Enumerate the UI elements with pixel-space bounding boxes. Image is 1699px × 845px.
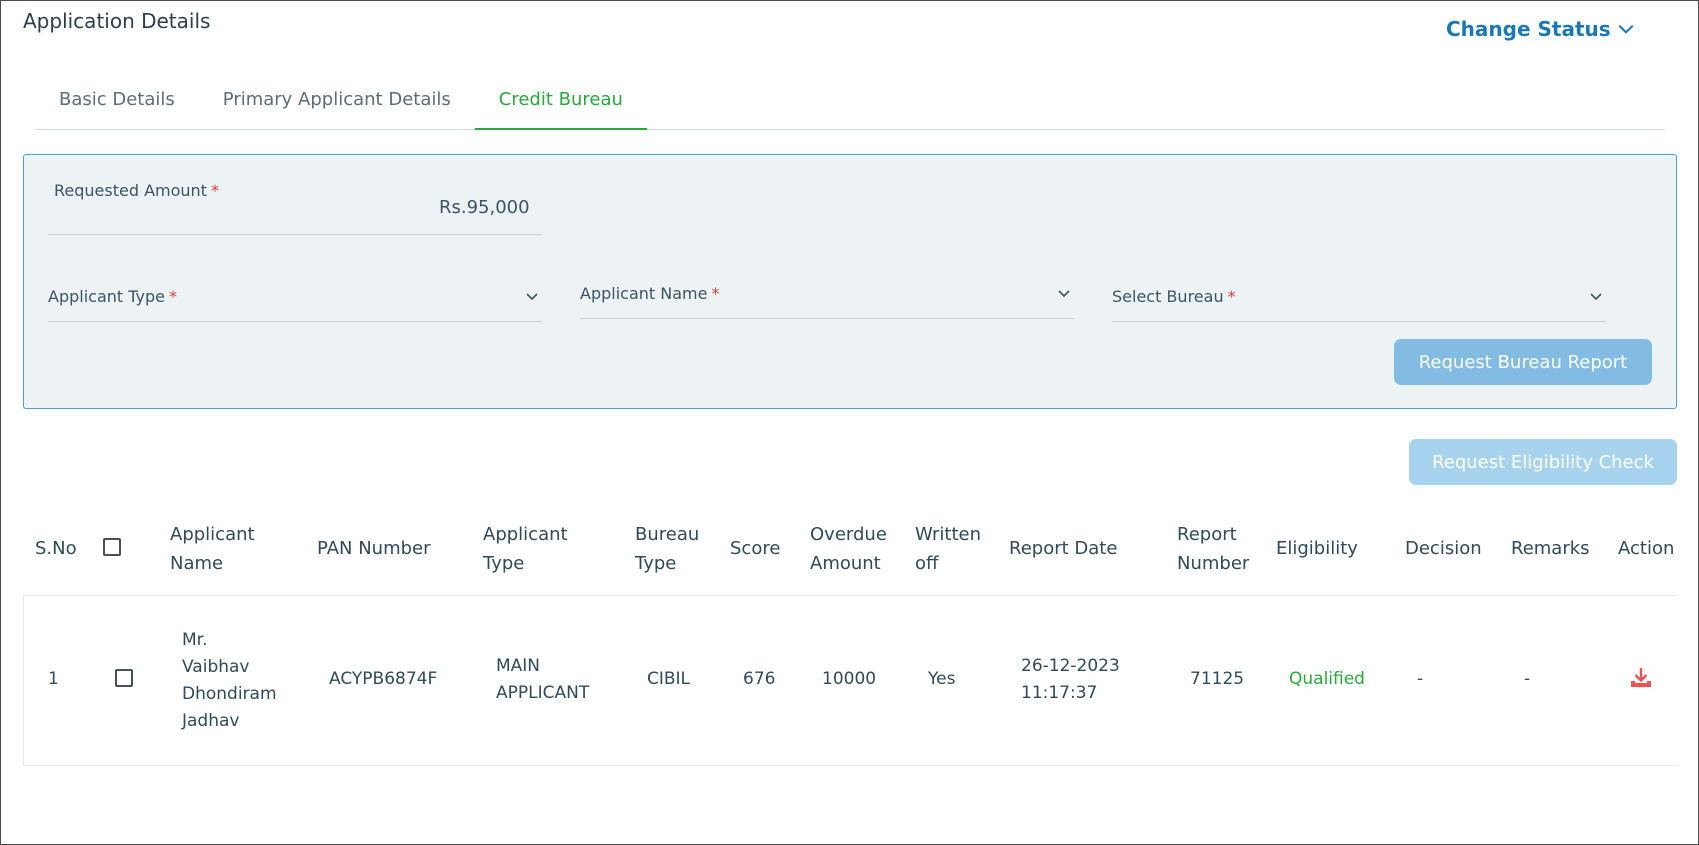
credit-bureau-form: Requested Amount * Rs.95,000 Applicant Ty… [23, 154, 1677, 409]
tab-credit-bureau[interactable]: Credit Bureau [474, 80, 647, 130]
applicant-name-select[interactable]: Applicant Name * [580, 267, 1074, 319]
column-header-decision: Decision [1405, 538, 1482, 559]
column-header-eligibility: Eligibility [1276, 538, 1358, 559]
column-header-report-date: Report Date [1009, 538, 1118, 559]
column-header-action: Action [1618, 538, 1675, 559]
chevron-down-icon [1590, 293, 1602, 301]
column-header-sno: S.No [35, 538, 77, 559]
select-bureau-select[interactable]: Select Bureau * [1112, 270, 1606, 322]
cell-bureau-type: CIBIL [647, 669, 691, 689]
cell-applicant-type: MAIN APPLICANT [496, 656, 590, 703]
applicant-type-label: Applicant Type * [48, 287, 177, 306]
column-header-written-off: Written off [915, 524, 981, 574]
cell-score: 676 [743, 669, 776, 689]
required-mark: * [711, 284, 720, 303]
requested-amount-label: Requested Amount * [54, 181, 219, 200]
row-divider [23, 765, 1677, 766]
column-header-applicant-name: Applicant Name [170, 524, 255, 574]
cell-eligibility: Qualified [1289, 669, 1365, 689]
cell-decision: - [1417, 669, 1424, 689]
cell-sno: 1 [48, 669, 59, 689]
request-bureau-report-button[interactable]: Request Bureau Report [1394, 339, 1652, 385]
applicant-name-label: Applicant Name * [580, 284, 720, 303]
page-title: Application Details [23, 9, 211, 33]
requested-amount-value: Rs.95,000 [439, 197, 530, 218]
applicant-type-select[interactable]: Applicant Type * [48, 270, 542, 322]
cell-applicant-name: Mr. Vaibhav Dhondiram Jadhav [182, 630, 277, 731]
request-eligibility-check-button[interactable]: Request Eligibility Check [1409, 439, 1677, 485]
row-checkbox[interactable] [115, 669, 133, 687]
change-status-label: Change Status [1446, 17, 1611, 41]
column-header-applicant-type: Applicant Type [483, 524, 568, 574]
cell-pan-number: ACYPB6874F [329, 669, 438, 689]
tab-basic-details[interactable]: Basic Details [35, 80, 199, 130]
cell-remarks: - [1524, 669, 1531, 689]
tab-primary-applicant-details[interactable]: Primary Applicant Details [199, 80, 475, 130]
cell-overdue-amount: 10000 [822, 669, 877, 689]
column-header-overdue-amount: Overdue Amount [810, 524, 887, 574]
cell-report-date: 26-12-2023 11:17:37 [1021, 656, 1120, 703]
chevron-down-icon [1618, 24, 1634, 34]
cell-written-off: Yes [928, 669, 956, 689]
select-bureau-label: Select Bureau * [1112, 287, 1236, 306]
header-divider [23, 595, 1677, 596]
change-status-button[interactable]: Change Status [1446, 17, 1635, 41]
row-border-left [23, 596, 24, 766]
cell-report-number: 71125 [1190, 669, 1245, 689]
column-header-report-number: Report Number [1177, 524, 1250, 574]
tab-bar: Basic Details Primary Applicant Details … [35, 80, 1665, 130]
required-mark: * [169, 287, 177, 306]
chevron-down-icon [1058, 290, 1070, 298]
column-header-remarks: Remarks [1511, 538, 1590, 559]
required-mark: * [1227, 287, 1236, 306]
required-mark: * [210, 181, 219, 200]
download-icon[interactable] [1629, 666, 1653, 690]
column-header-pan-number: PAN Number [317, 538, 431, 559]
chevron-down-icon [526, 293, 538, 301]
column-header-score: Score [730, 538, 781, 559]
select-all-checkbox[interactable] [103, 538, 121, 556]
column-header-bureau-type: Bureau Type [635, 524, 700, 574]
